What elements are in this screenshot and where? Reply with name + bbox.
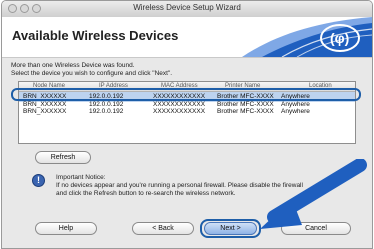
mac-address-cell: XXXXXXXXXXXX bbox=[153, 108, 206, 115]
info-icon: ! bbox=[32, 174, 45, 187]
page-title: Available Wireless Devices bbox=[12, 28, 179, 43]
ip-address-cell: 192.0.0.192 bbox=[89, 108, 124, 115]
wizard-window: Wireless Device Setup Wizard Available W… bbox=[1, 0, 373, 249]
instructions-line-2: Select the device you wish to configure … bbox=[11, 69, 173, 77]
window-title: Wireless Device Setup Wizard bbox=[133, 3, 241, 12]
node-name-cell: BRN_XXXXXX bbox=[23, 108, 67, 115]
title-bar: Wireless Device Setup Wizard bbox=[2, 1, 372, 18]
instructions: More than one Wireless Device was found.… bbox=[11, 62, 172, 77]
selected-row-highlight-ring bbox=[11, 88, 361, 101]
back-button[interactable]: < Back bbox=[132, 222, 194, 235]
wireless-logo-icon: (φ) bbox=[242, 17, 372, 57]
svg-text:(φ): (φ) bbox=[330, 30, 349, 46]
arrow-icon bbox=[260, 159, 367, 229]
help-button[interactable]: Help bbox=[35, 222, 97, 235]
location-cell: Anywhere bbox=[281, 108, 310, 115]
wizard-header: Available Wireless Devices (φ) bbox=[2, 17, 372, 58]
printer-name-cell: Brother MFC-XXXX bbox=[217, 108, 274, 115]
refresh-button[interactable]: Refresh bbox=[35, 151, 91, 164]
instructions-line-1: More than one Wireless Device was found. bbox=[11, 62, 135, 69]
table-row[interactable]: BRN_XXXXXX 192.0.0.192 XXXXXXXXXXXX Brot… bbox=[19, 107, 355, 117]
